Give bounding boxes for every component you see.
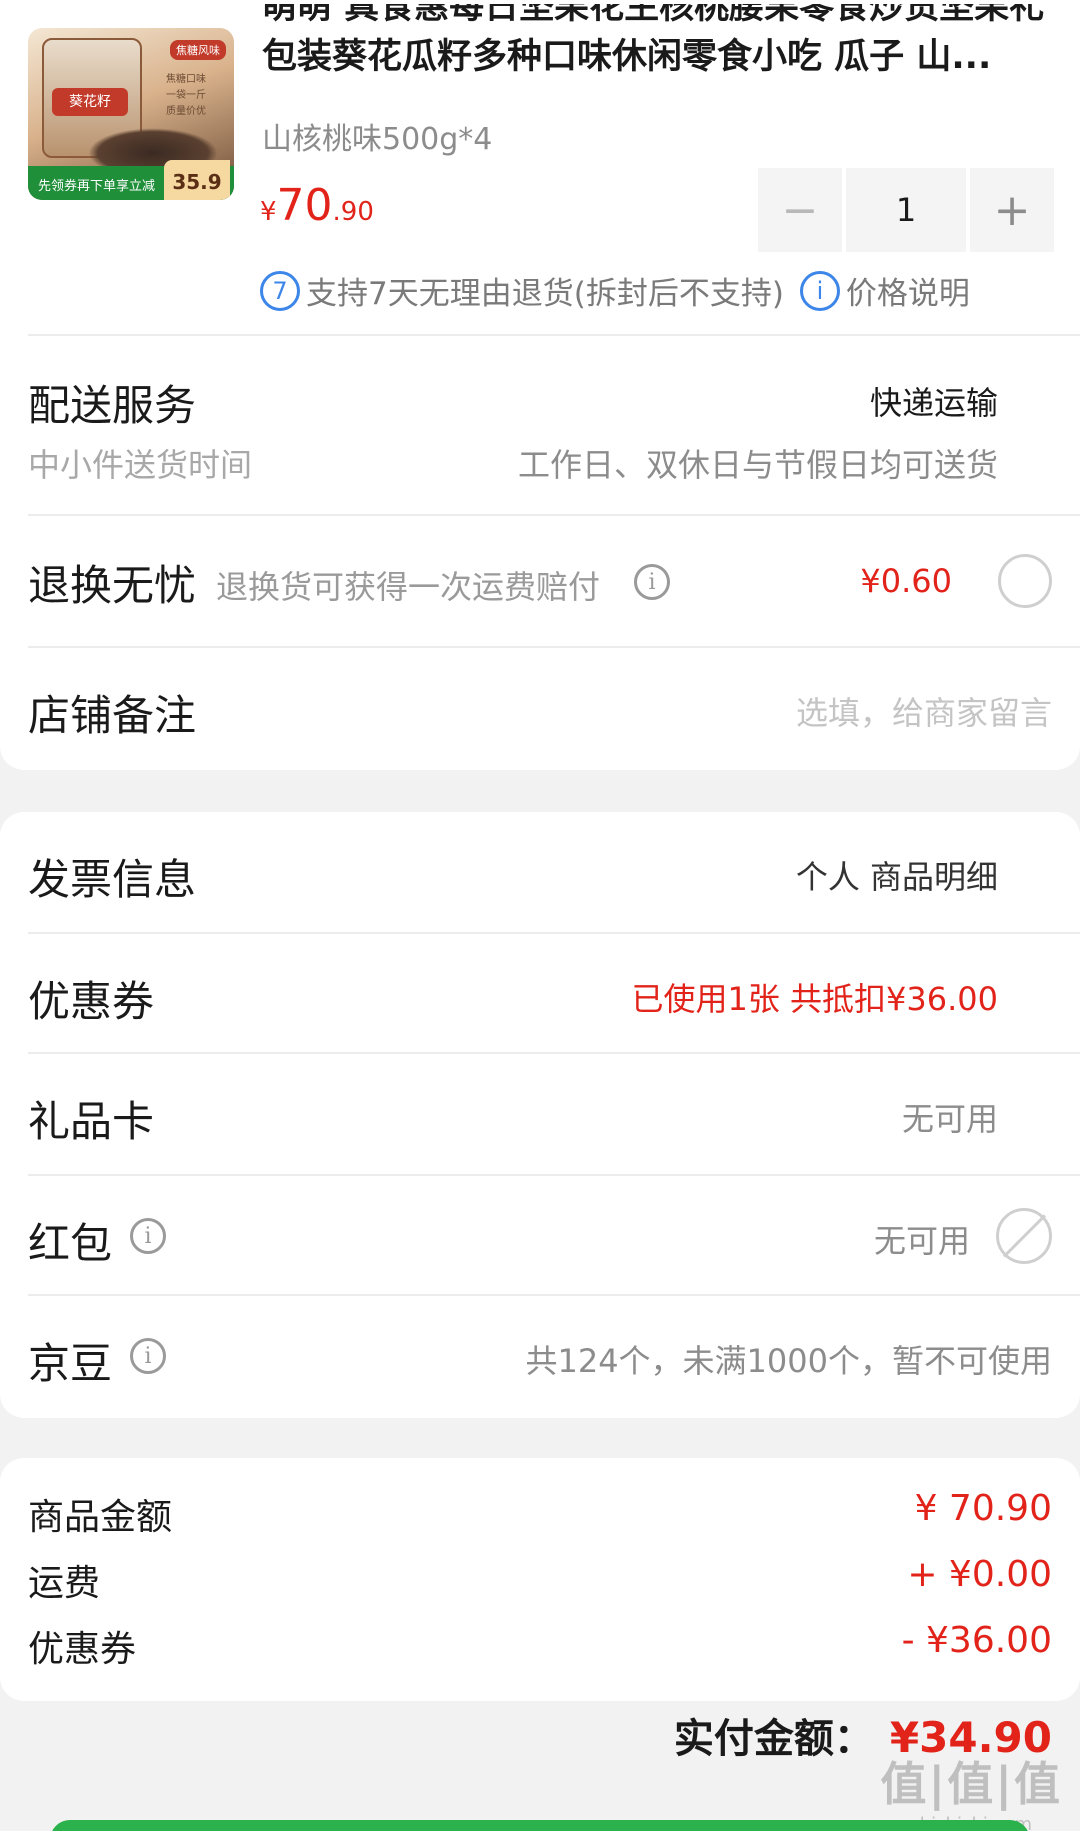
divider [28,646,1080,648]
actual-payment-label: 实付金额： [673,1716,874,1762]
shop-note-input[interactable]: 选填，给商家留言 [796,688,1052,734]
product-price: ¥70.90 [260,180,374,231]
gift-card-value[interactable]: 无可用 [902,1094,998,1140]
shipping-label: 运费 [28,1563,101,1604]
package-side-text: 焦糖口味 一袋一斤 质量价优 [156,72,216,120]
product-title-line2: 包装葵花瓜籽多种口味休闲零食小吃 瓜子 山... [262,37,992,77]
shop-note-title: 店铺备注 [28,691,197,740]
package-label: 葵花籽 [52,88,128,116]
red-packet-value: 无可用 [873,1222,970,1260]
payment-options-card: 发票信息 个人 商品明细 优惠券 已使用1张 共抵扣¥36.00 礼品卡 无可用… [0,812,1080,1418]
price-info-link[interactable]: 价格说明 [846,268,970,313]
product-spec: 山核桃味500g*4 [262,122,493,157]
divider [28,1174,1080,1176]
product-thumbnail[interactable]: 葵花籽 焦糖风味 焦糖口味 一袋一斤 质量价优 先领券再下单享立减 35.9 [28,28,234,200]
price-summary-card: 商品金额 ¥ 70.90 运费 + ¥0.00 优惠券 - ¥36.00 [0,1458,1080,1701]
delivery-method[interactable]: 快递运输 [870,378,998,424]
watermark: 值|值|值 zhizhizhi.com [880,1748,1062,1831]
unavailable-icon [996,1208,1052,1264]
coupon-title: 优惠券 [28,977,155,1026]
coupon-value[interactable]: 已使用1张 共抵扣¥36.00 [631,974,998,1020]
flavor-tag: 焦糖风味 [170,40,226,60]
jd-beans-value: 共124个，未满1000个，暂不可使用 [525,1342,1052,1380]
increase-button[interactable]: + [970,168,1054,252]
goods-amount-value: ¥ 70.90 [914,1488,1052,1529]
side-text-line: 焦糖口味 [166,74,206,85]
quantity-input[interactable]: 1 [846,168,966,252]
coupon-deduction-row: 优惠券 - ¥36.00 [28,1620,1052,1680]
info-icon[interactable]: i [799,270,840,311]
info-icon[interactable]: i [130,1338,166,1374]
coupon-deduction-value: - ¥36.00 [901,1620,1052,1661]
divider [28,1294,1080,1296]
quantity-stepper: − 1 + [758,168,1054,252]
side-text-line: 一袋一斤 [166,90,206,101]
seven-day-return-icon: 7 [260,270,300,311]
red-packet-title: 红包 [28,1219,113,1268]
return-policy-text: 支持7天无理由退货(拆封后不支持) [306,276,784,312]
shipping-row: 运费 + ¥0.00 [28,1554,1052,1614]
return-insurance-title: 退换无忧 [28,561,197,610]
return-insurance-desc: 退换货可获得一次运费赔付 [216,568,601,606]
decrease-button[interactable]: − [758,168,842,252]
divider [28,1052,1080,1054]
promo-text: 先领券再下单享立减 [38,179,156,194]
return-insurance-radio[interactable] [998,554,1052,608]
divider [28,932,1080,934]
submit-order-button[interactable] [50,1820,1030,1831]
product-title-line1: 萌萌 真食惠每日坚果花生核桃腰果零食炒货坚果礼 [262,4,1045,27]
product-title[interactable]: 萌萌 真食惠每日坚果花生核桃腰果零食炒货坚果礼 包装葵花瓜籽多种口味休闲零食小吃… [262,4,1052,104]
goods-amount-label: 商品金额 [28,1497,173,1538]
invoice-title: 发票信息 [28,855,197,904]
divider [28,514,1080,516]
order-items-card: 葵花籽 焦糖风味 焦糖口味 一袋一斤 质量价优 先领券再下单享立减 35.9 萌… [0,0,1080,770]
return-policy: 7 支持7天无理由退货(拆封后不支持) i 价格说明 [260,268,970,313]
delivery-subtitle: 中小件送货时间 [28,446,253,484]
gift-card-title: 礼品卡 [28,1097,155,1146]
price-decimal: .90 [332,197,374,227]
info-icon[interactable]: i [634,564,670,600]
side-text-line: 质量价优 [166,106,206,117]
goods-amount-row: 商品金额 ¥ 70.90 [28,1488,1052,1548]
price-currency: ¥ [260,197,277,227]
promo-price: 35.9 [164,160,230,200]
invoice-value[interactable]: 个人 商品明细 [796,852,998,898]
delivery-time: 工作日、双休日与节假日均可送货 [517,446,998,484]
info-icon[interactable]: i [130,1218,166,1254]
watermark-logo: 值|值|值 [880,1757,1062,1811]
price-integer: 70 [276,180,333,231]
shipping-value: + ¥0.00 [907,1554,1052,1595]
jd-beans-title: 京豆 [28,1339,113,1388]
coupon-deduction-label: 优惠券 [28,1629,137,1670]
delivery-title: 配送服务 [28,381,197,430]
return-insurance-price: ¥0.60 [860,562,952,600]
divider [28,334,1080,336]
